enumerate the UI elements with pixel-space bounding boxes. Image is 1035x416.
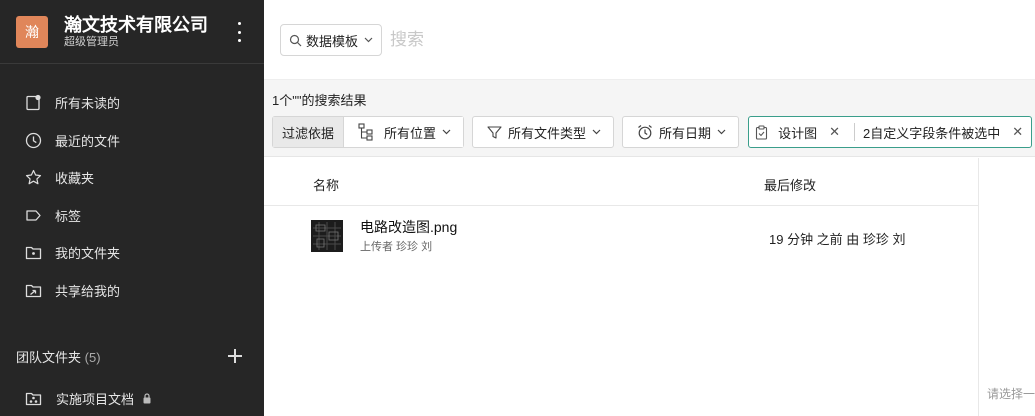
lock-icon <box>143 392 151 403</box>
sidebar-item-unread[interactable]: 所有未读的 <box>0 84 264 122</box>
search-input[interactable] <box>390 24 790 56</box>
date-filter-dropdown[interactable]: 所有日期 <box>622 116 740 148</box>
template-filter-chips[interactable]: 设计图 ✕ 2自定义字段条件被选中 ✕ <box>748 116 1033 148</box>
team-folders-label: 团队文件夹 <box>16 349 82 365</box>
shared-folder-icon <box>25 284 42 297</box>
chevron-down-icon <box>717 129 726 135</box>
sidebar-item-label: 实施项目文档 <box>56 391 135 407</box>
remove-chip-icon[interactable]: ✕ <box>829 124 840 140</box>
chip-divider <box>853 123 855 141</box>
sidebar-item-recent[interactable]: 最近的文件 <box>0 122 264 160</box>
sidebar: 瀚 瀚文技术有限公司 超级管理员 所有未读的 最近的文件 收藏夹 标签 我的文件… <box>0 0 264 416</box>
add-team-folder-icon[interactable] <box>228 349 242 363</box>
search-scope-label: 数据模板 <box>306 33 359 49</box>
file-type-filter-label: 所有文件类型 <box>508 125 587 141</box>
file-type-filter-dropdown[interactable]: 所有文件类型 <box>472 116 615 148</box>
more-menu-icon[interactable] <box>236 22 242 42</box>
filter-chip: 设计图 ✕ <box>755 120 848 144</box>
column-header-modified[interactable]: 最后修改 <box>764 175 816 194</box>
sidebar-item-label: 我的文件夹 <box>55 246 121 262</box>
location-filter-label: 所有位置 <box>384 125 437 141</box>
org-logo[interactable]: 瀚 <box>16 15 48 48</box>
filter-chip-label: 设计图 <box>778 125 818 141</box>
file-thumbnail[interactable] <box>311 220 343 252</box>
chevron-down-icon <box>364 37 373 43</box>
team-folders-title[interactable]: 团队文件夹 (5) <box>16 347 101 366</box>
results-table: 名称 最后修改 电路改造图.png 上传者 珍珍 刘 19 分钟 之前 由 珍珍… <box>264 158 979 416</box>
sidebar-item-label: 共享给我的 <box>55 283 121 299</box>
date-filter-label: 所有日期 <box>659 125 712 141</box>
sidebar-item-tags[interactable]: 标签 <box>0 197 264 235</box>
table-header: 名称 最后修改 <box>264 158 978 206</box>
alarm-clock-icon <box>638 125 652 140</box>
star-icon <box>25 170 42 185</box>
folder-icon <box>25 247 42 260</box>
sidebar-item-team-folder[interactable]: 实施项目文档 <box>25 387 152 409</box>
filter-group: 过滤依据 所有位置 <box>272 116 465 148</box>
location-filter-dropdown[interactable]: 所有位置 <box>344 117 464 147</box>
org-header: 瀚 瀚文技术有限公司 超级管理员 <box>0 0 264 64</box>
filter-bar: 过滤依据 所有位置 所有文件类型 所有日期 设计图 ✕ 2自定义字段条件被选中 … <box>272 116 1033 148</box>
search-icon <box>289 34 302 46</box>
team-folders-count: (5) <box>84 349 101 365</box>
filter-area: 1个""的搜索结果 过滤依据 所有位置 所有文件类型 所有日期 设计图 ✕ 2自… <box>264 80 1035 157</box>
sidebar-item-my-folders[interactable]: 我的文件夹 <box>0 234 264 272</box>
unread-doc-icon <box>26 95 41 111</box>
sidebar-item-label: 收藏夹 <box>55 171 95 187</box>
file-name[interactable]: 电路改造图.png <box>360 217 457 237</box>
sidebar-item-label: 最近的文件 <box>55 133 121 149</box>
preview-hint: 请选择一 <box>986 387 1035 401</box>
clock-icon <box>25 132 42 148</box>
file-uploader: 上传者 珍珍 刘 <box>360 241 433 253</box>
team-folder-icon <box>25 392 42 405</box>
team-folders-header: 团队文件夹 (5) <box>16 342 242 370</box>
main-content: 数据模板 1个""的搜索结果 过滤依据 所有位置 所有文件类型 <box>264 0 1035 416</box>
clipboard-icon <box>756 124 768 140</box>
remove-chip-icon[interactable]: ✕ <box>1012 124 1023 140</box>
image-preview-icon <box>311 220 343 252</box>
funnel-icon <box>487 125 502 139</box>
table-row[interactable]: 电路改造图.png 上传者 珍珍 刘 19 分钟 之前 由 珍珍 刘 <box>264 207 979 265</box>
sidebar-item-shared-with-me[interactable]: 共享给我的 <box>0 272 264 310</box>
filter-by-label: 过滤依据 <box>273 117 345 147</box>
chevron-down-icon <box>592 129 601 135</box>
chevron-down-icon <box>442 129 451 135</box>
sidebar-nav: 所有未读的 最近的文件 收藏夹 标签 我的文件夹 共享给我的 <box>0 64 264 309</box>
search-result-count: 1个""的搜索结果 <box>272 93 367 108</box>
org-info: 瀚文技术有限公司 超级管理员 <box>64 15 208 49</box>
sidebar-item-favorites[interactable]: 收藏夹 <box>0 159 264 197</box>
org-role: 超级管理员 <box>64 35 119 48</box>
sidebar-item-label: 所有未读的 <box>55 96 121 112</box>
filter-chip: 2自定义字段条件被选中 ✕ <box>863 120 1025 144</box>
tag-icon <box>26 210 41 221</box>
search-bar: 数据模板 <box>264 0 1035 80</box>
sidebar-item-label: 标签 <box>55 208 82 224</box>
filter-chip-label: 2自定义字段条件被选中 <box>862 125 1001 141</box>
file-modified: 19 分钟 之前 由 珍珍 刘 <box>769 232 906 247</box>
org-name[interactable]: 瀚文技术有限公司 <box>64 15 208 35</box>
hierarchy-icon <box>358 123 373 141</box>
search-scope-dropdown[interactable]: 数据模板 <box>280 24 382 56</box>
column-header-name[interactable]: 名称 <box>313 175 339 194</box>
